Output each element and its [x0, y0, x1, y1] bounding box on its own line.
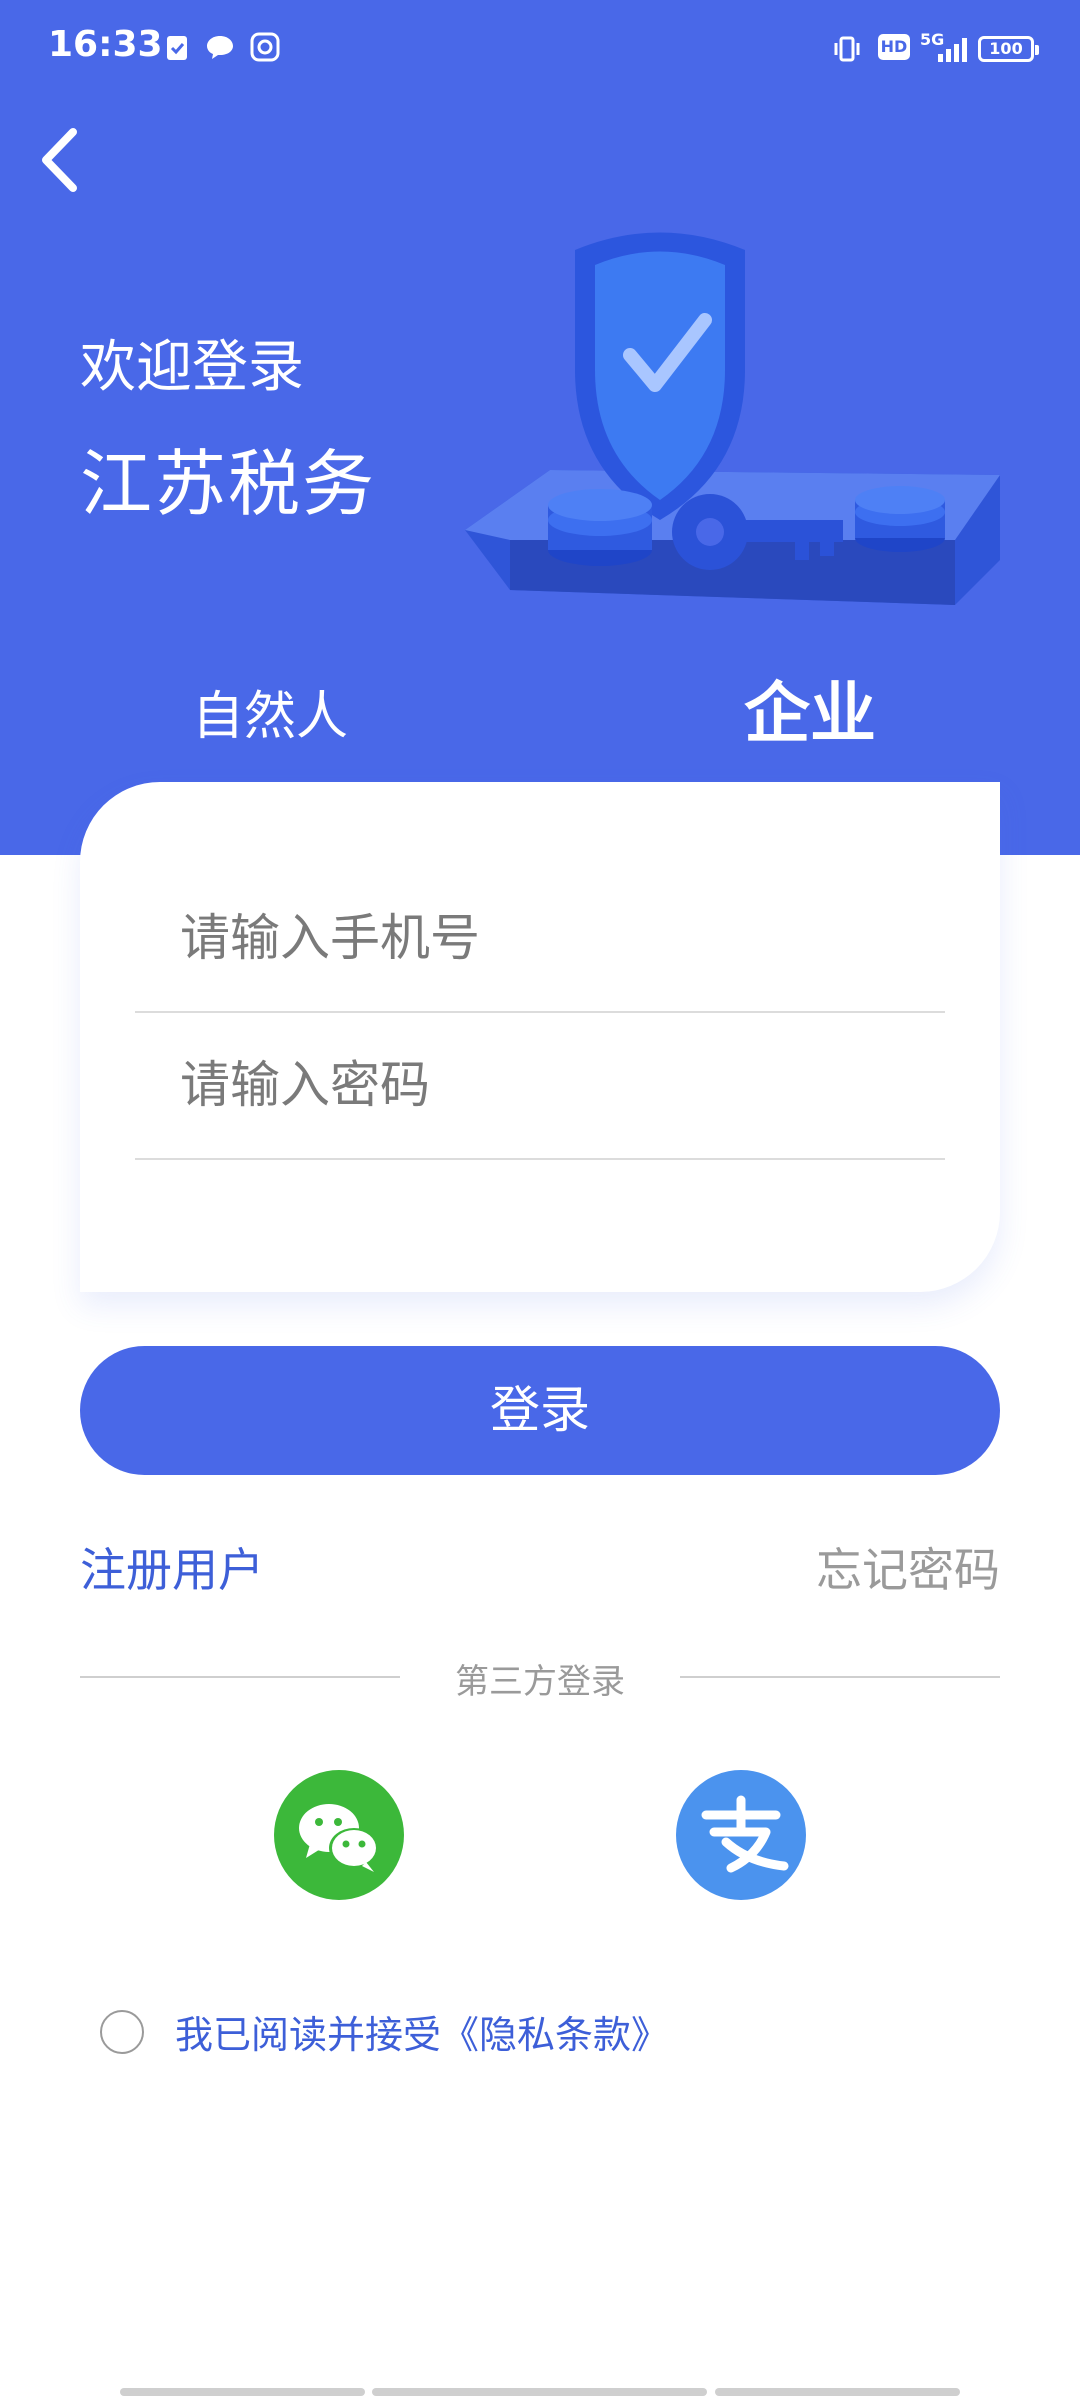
tab-enterprise[interactable]: 企业: [690, 660, 930, 756]
third-party-label: 第三方登录: [455, 1662, 625, 1702]
nav-bar-segment-middle: [372, 2388, 707, 2396]
welcome-text: 欢迎登录: [80, 335, 304, 400]
nav-bar-segment-right: [715, 2388, 960, 2396]
status-bar: 16:33 HD 5G 100: [0, 0, 1080, 100]
divider-right: [680, 1676, 1000, 1678]
battery-icon: 100: [978, 36, 1039, 62]
password-input[interactable]: [180, 1050, 900, 1120]
phone-field: [135, 782, 945, 1013]
tab-natural-person[interactable]: 自然人: [150, 674, 390, 749]
login-screen: 16:33 HD 5G 100 欢迎登录 江苏税务 自然人 企业 请输入手机号 …: [0, 0, 1080, 2400]
agreement-radio[interactable]: [100, 2010, 144, 2054]
privacy-agreement-text[interactable]: 我已阅读并接受《隐私条款》: [175, 2004, 669, 2059]
nav-bar-segment-left: [120, 2388, 365, 2396]
signal-icon: [938, 38, 967, 62]
app-title: 江苏税务: [80, 442, 377, 526]
alipay-icon: [701, 1795, 789, 1873]
app-notification-icon: [250, 32, 280, 62]
vibrate-icon: [834, 36, 860, 62]
register-link[interactable]: 注册用户: [80, 1534, 264, 1600]
wechat-login-button[interactable]: [274, 1770, 404, 1900]
login-button[interactable]: 登录: [80, 1346, 1000, 1475]
chat-bubble-icon: [207, 36, 233, 59]
status-time: 16:33: [48, 24, 163, 65]
forgot-password-link[interactable]: 忘记密码: [816, 1534, 1000, 1600]
password-field: [135, 1013, 945, 1160]
clipboard-check-icon: [167, 36, 187, 60]
hd-icon: HD: [878, 34, 910, 60]
alipay-login-button[interactable]: [676, 1770, 806, 1900]
back-arrow-icon[interactable]: [28, 120, 98, 200]
divider-left: [80, 1676, 400, 1678]
security-shield-illustration: [465, 232, 1000, 605]
login-card: [80, 782, 1000, 1292]
phone-input[interactable]: [180, 903, 900, 973]
wechat-icon: [299, 1804, 379, 1872]
